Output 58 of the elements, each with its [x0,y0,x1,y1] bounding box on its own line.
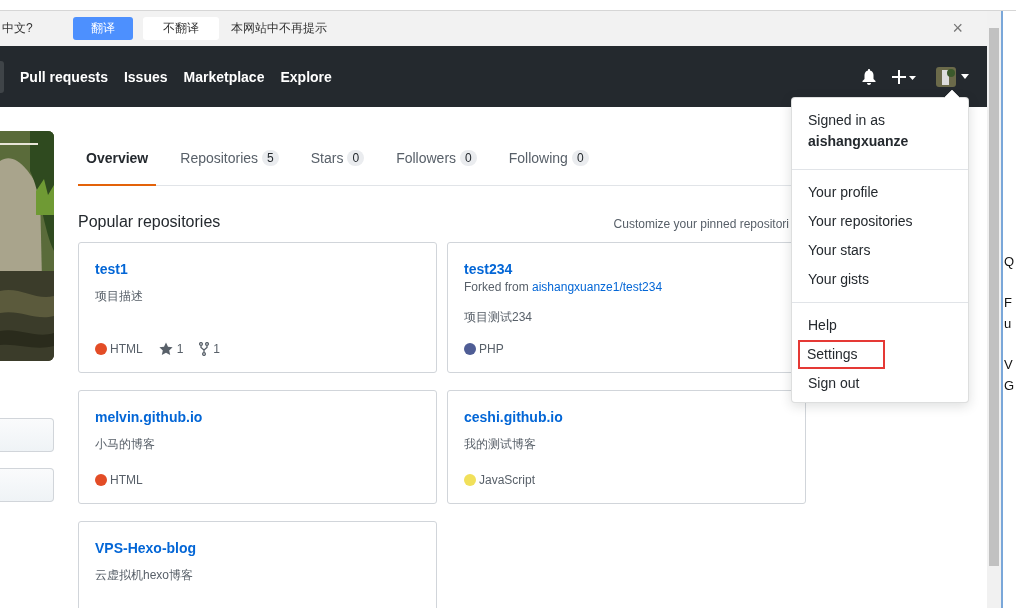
profile-tab[interactable]: Stars 0 [302,131,373,186]
window-text: V [1004,356,1014,374]
caret-icon[interactable] [960,73,970,80]
fork-source-link[interactable]: aishangxuanze1/test234 [532,280,663,294]
nav-link[interactable]: Explore [280,68,332,85]
repo-description: 项目描述 [95,288,144,305]
window-text: Q [1004,253,1016,271]
repo-name[interactable]: melvin.github.io [95,407,420,427]
never-translate-option[interactable]: 本网站中不再提示 [231,20,327,37]
repo-name[interactable]: ceshi.github.io [464,407,789,427]
tab-counter: 0 [571,149,589,166]
tab-counter: 5 [262,149,279,166]
fork-icon [199,342,210,356]
language-label: JavaScript [479,473,536,487]
tab-counter: 0 [460,149,477,166]
avatar-icon[interactable] [936,66,956,87]
nav-link[interactable]: Issues [123,68,168,85]
star-count[interactable]: 1 [176,342,184,356]
menu-item[interactable]: Your profile [792,178,968,207]
translate-prompt: 中文? [2,20,34,37]
profile-tab[interactable]: Following 0 [500,131,597,186]
window-text: G [1004,377,1016,395]
section-title: Popular repositories [78,213,221,231]
profile-tab[interactable]: Repositories 5 [172,131,287,186]
menu-item[interactable]: Help [792,311,968,340]
window-text: F [1004,294,1013,312]
repo-description: 小马的博客 [95,436,156,453]
star-icon [158,342,173,356]
menu-item[interactable]: Your stars [792,236,968,265]
language-label: HTML [110,342,143,356]
repo-name[interactable]: VPS-Hexo-blog [95,538,420,558]
menu-item[interactable]: Your gists [792,265,968,294]
menu-item[interactable]: Sign out [792,369,968,398]
dont-translate-button[interactable]: 不翻译 [143,17,219,40]
tab-counter: 0 [347,149,365,166]
language-label: PHP [479,342,504,356]
repo-name[interactable]: test234 [464,259,789,279]
language-label: HTML [110,473,143,487]
signed-in-label: Signed in as [808,111,887,130]
repo-description: 云虚拟机hexo博客 [95,567,195,584]
customize-link[interactable]: Customize your pinned repositori [613,217,789,231]
profile-tab[interactable]: Followers 0 [388,131,485,186]
profile-tab[interactable]: Overview [78,131,157,186]
fork-count[interactable]: 1 [213,342,221,356]
forked-from-text: Forked from aishangxuanze1/test234 [464,280,664,294]
repo-description: 我的测试博客 [464,436,537,453]
nav-link[interactable]: Marketplace [183,68,265,85]
repo-name[interactable]: test1 [95,259,420,279]
username: aishangxuanze [808,132,910,151]
plus-icon[interactable] [892,69,916,84]
bell-icon[interactable] [862,68,876,85]
menu-item[interactable]: Settings [798,340,885,369]
window-text: u [1004,315,1013,333]
scrollbar[interactable] [987,11,1001,608]
close-button[interactable]: × [952,18,963,39]
menu-item[interactable]: Your repositories [792,207,968,236]
repo-description: 项目测试234 [464,309,534,326]
nav-link[interactable]: Pull requests [20,68,108,85]
